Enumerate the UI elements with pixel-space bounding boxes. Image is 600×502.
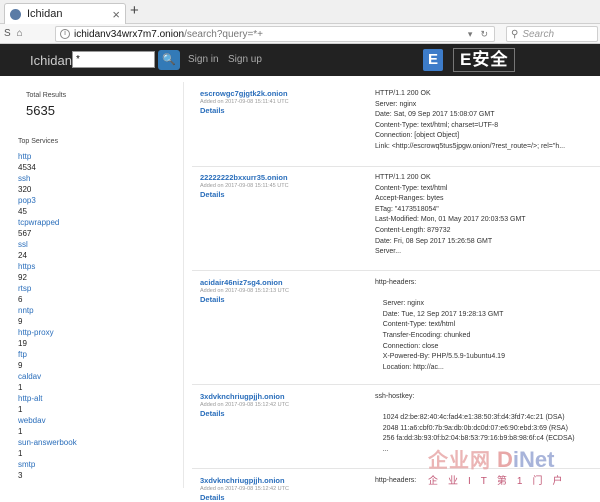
service-count: 9 bbox=[18, 361, 23, 370]
url-host: ichidanv34wrx7m7.onion bbox=[74, 28, 185, 40]
browser-tab-bar: Ichidan × + bbox=[0, 0, 600, 24]
result-item: escrowgc7gjgtk2k.onion Added on 2017-09-… bbox=[200, 89, 600, 150]
service-link[interactable]: http bbox=[18, 151, 178, 162]
result-divider bbox=[192, 384, 600, 385]
query-input[interactable]: * bbox=[72, 51, 155, 68]
column-divider bbox=[183, 82, 184, 488]
service-link[interactable]: pop3 bbox=[18, 195, 178, 206]
brand-e-icon: E bbox=[423, 49, 443, 71]
brand-text: E安全 bbox=[453, 48, 516, 72]
tab-title: Ichidan bbox=[27, 8, 63, 20]
service-count: 320 bbox=[18, 185, 32, 194]
sign-in-link[interactable]: Sign in bbox=[188, 54, 219, 65]
home-icon[interactable]: ⌂ bbox=[17, 28, 23, 39]
service-count: 19 bbox=[18, 339, 27, 348]
reload-icon[interactable]: ↻ bbox=[480, 29, 488, 40]
total-results-value: 5635 bbox=[26, 103, 55, 118]
service-link[interactable]: webdav bbox=[18, 415, 178, 426]
search-placeholder: Search bbox=[522, 28, 555, 40]
watermark-inet: iNet bbox=[512, 447, 555, 472]
watermark-cn: 企业网 bbox=[428, 450, 491, 472]
dropdown-icon[interactable]: ▾ bbox=[468, 29, 473, 40]
search-icon: ⚲ bbox=[511, 28, 519, 40]
result-banner: HTTP/1.1 200 OK Content-Type: text/html … bbox=[375, 174, 526, 256]
result-banner: HTTP/1.1 200 OK Server: nginx Date: Sat,… bbox=[375, 90, 566, 150]
service-link[interactable]: ssl bbox=[18, 239, 178, 250]
service-count: 6 bbox=[18, 295, 23, 304]
brand-logo: E E安全 bbox=[423, 47, 516, 73]
total-results-label: Total Results bbox=[26, 92, 67, 99]
service-count: 1 bbox=[18, 383, 23, 392]
result-item: acidair46niz7sg4.onion Added on 2017-09-… bbox=[200, 278, 600, 371]
result-divider bbox=[192, 166, 600, 167]
service-link[interactable]: http-alt bbox=[18, 393, 178, 404]
service-count: 24 bbox=[18, 251, 27, 260]
site-header: Ichidan * 🔍 Sign in Sign up E E安全 bbox=[0, 44, 600, 76]
service-count: 3 bbox=[18, 471, 23, 480]
watermark-subtitle: 企业IT第1门户 bbox=[428, 476, 573, 487]
service-count: 45 bbox=[18, 207, 27, 216]
service-link[interactable]: smtp bbox=[18, 459, 178, 470]
service-count: 92 bbox=[18, 273, 27, 282]
watermark-d: D bbox=[497, 447, 513, 472]
service-link[interactable]: rtsp bbox=[18, 283, 178, 294]
service-link[interactable]: ftp bbox=[18, 349, 178, 360]
new-tab-button[interactable]: + bbox=[130, 2, 139, 19]
service-count: 4534 bbox=[18, 163, 36, 172]
service-link[interactable]: nntp bbox=[18, 305, 178, 316]
service-count: 1 bbox=[18, 405, 23, 414]
service-link[interactable]: http-proxy bbox=[18, 327, 178, 338]
service-count: 9 bbox=[18, 317, 23, 326]
service-link[interactable]: ssh bbox=[18, 173, 178, 184]
site-logo[interactable]: Ichidan bbox=[30, 53, 72, 68]
result-banner: http-headers: Server: nginx Date: Tue, 1… bbox=[375, 279, 505, 371]
service-count: 567 bbox=[18, 229, 32, 238]
result-details-link[interactable]: Details bbox=[200, 493, 600, 502]
service-link[interactable]: tcpwrapped bbox=[18, 217, 178, 228]
service-count: 1 bbox=[18, 449, 23, 458]
sign-up-link[interactable]: Sign up bbox=[228, 54, 262, 65]
service-link[interactable]: https bbox=[18, 261, 178, 272]
watermark: 企业网 D iNet 企业IT第1门户 bbox=[428, 444, 600, 488]
result-item: 3xdvknchriugpjjh.onion Added on 2017-09-… bbox=[200, 392, 600, 453]
browser-nav-bar: S ⌂ i ichidanv34wrx7m7.onion /search?que… bbox=[0, 24, 600, 44]
browser-search-input[interactable]: ⚲ Search bbox=[506, 26, 598, 42]
sidebar: Total Results 5635 Top Services http 453… bbox=[18, 92, 178, 481]
search-button[interactable]: 🔍 bbox=[158, 50, 180, 70]
services-list: http 4534 ssh 320 pop3 45 tcpwrapped 567… bbox=[18, 151, 178, 481]
top-services-label: Top Services bbox=[18, 138, 59, 145]
url-path: /search?query=*+ bbox=[184, 28, 264, 40]
result-item: 22222222bxxurr35.onion Added on 2017-09-… bbox=[200, 173, 600, 255]
service-link[interactable]: caldav bbox=[18, 371, 178, 382]
info-icon[interactable]: i bbox=[60, 29, 70, 39]
service-count: 1 bbox=[18, 427, 23, 436]
browser-tab[interactable]: Ichidan × bbox=[4, 3, 126, 24]
service-link[interactable]: sun-answerbook bbox=[18, 437, 178, 448]
favicon-icon bbox=[10, 8, 21, 20]
back-button[interactable]: S bbox=[4, 28, 11, 39]
tab-close-icon[interactable]: × bbox=[112, 7, 120, 22]
result-divider bbox=[192, 270, 600, 271]
url-bar[interactable]: i ichidanv34wrx7m7.onion /search?query=*… bbox=[55, 26, 495, 42]
